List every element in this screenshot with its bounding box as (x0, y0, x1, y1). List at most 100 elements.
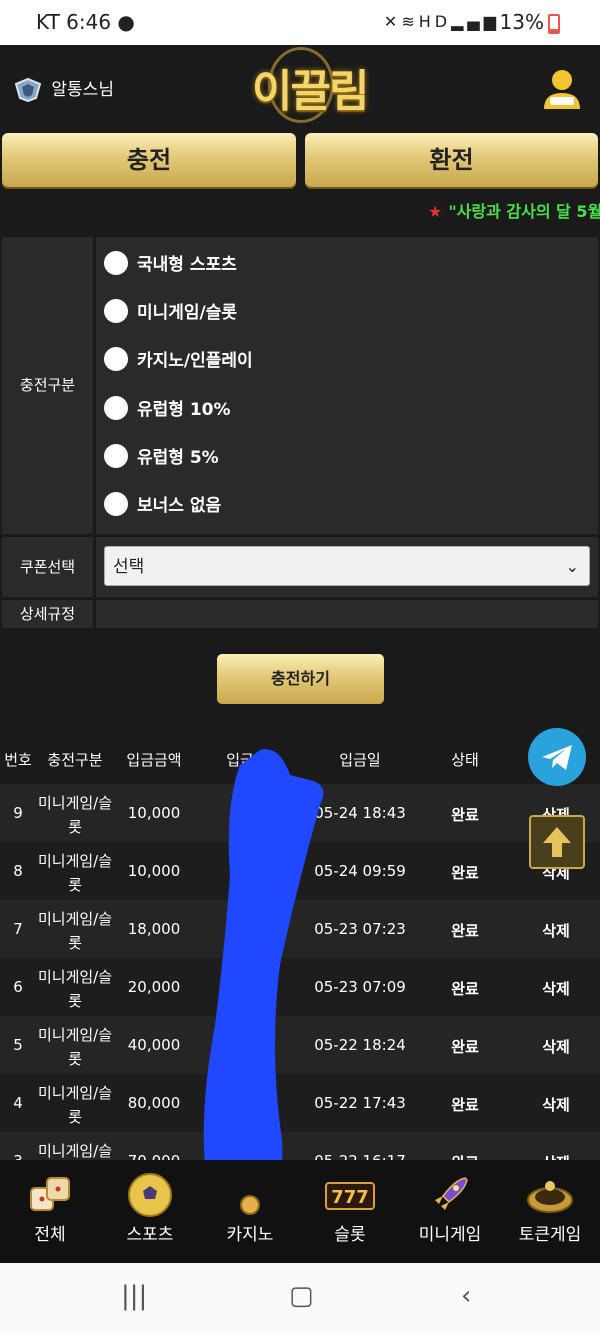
cell-amount: 10,000 (127, 804, 181, 822)
cell-amount: 20,000 (127, 978, 181, 996)
radio-option-domestic-sports[interactable]: 국내형 스포츠 (104, 250, 237, 275)
notice-text: "사랑과 감사의 달 5월 (448, 202, 600, 221)
cell-type: 미니게임/슬 (37, 1026, 113, 1044)
radio-circle[interactable] (104, 491, 128, 516)
radio-circle[interactable] (104, 395, 128, 420)
cell-no: 6 (13, 978, 23, 996)
nav-minigame[interactable]: 미니게임 (400, 1160, 500, 1263)
coupon-label: 쿠폰선택 (2, 537, 93, 597)
deposit-tab[interactable]: 충전 (2, 133, 296, 187)
radio-circle[interactable] (104, 443, 128, 468)
rank-badge-icon (14, 78, 42, 102)
col-amount: 입금금액 (126, 751, 182, 769)
user-info[interactable]: 알통스님 (14, 75, 114, 102)
back-icon[interactable]: ‹ (461, 1281, 471, 1311)
home-icon[interactable]: ▢ (289, 1281, 314, 1311)
delete-button[interactable]: 삭제 (520, 920, 592, 941)
cell-amount: 80,000 (127, 1094, 181, 1112)
delete-button[interactable]: 삭제 (520, 1094, 592, 1115)
telegram-icon (542, 745, 572, 770)
nav-sports[interactable]: 스포츠 (100, 1160, 200, 1263)
nav-all[interactable]: 전체 (0, 1160, 100, 1263)
cell-type: 미니게임/슬 (37, 794, 113, 812)
delete-button[interactable]: 삭제 (520, 978, 592, 999)
cell-status: 완료 (451, 1038, 479, 1056)
site-logo[interactable]: 이끌림 (252, 55, 369, 119)
radio-label: 국내형 스포츠 (137, 255, 237, 275)
scroll-to-top-button[interactable] (529, 815, 585, 869)
star-icon: ★ (428, 202, 443, 221)
nav-slot[interactable]: 777 슬롯 (300, 1160, 400, 1263)
roulette-icon (527, 1181, 573, 1213)
col-no: 번호 (4, 751, 32, 769)
withdraw-tab[interactable]: 환전 (305, 133, 598, 187)
radio-circle[interactable] (104, 298, 128, 323)
coupon-select[interactable]: 선택 ⌄ (104, 546, 590, 586)
rocket-icon (435, 1177, 468, 1210)
rules-content (96, 600, 598, 628)
chips-icon (240, 1195, 260, 1215)
cell-status: 완료 (451, 980, 479, 998)
radio-option-euro-5[interactable]: 유럽형 5% (104, 443, 219, 468)
cell-no: 9 (13, 804, 23, 822)
cell-type-cont: 롯 (68, 818, 82, 836)
coupon-select-value: 선택 (113, 557, 145, 577)
radio-option-minigame-slot[interactable]: 미니게임/슬롯 (104, 298, 237, 323)
nav-label: 미니게임 (418, 1225, 482, 1245)
cell-amount: 18,000 (127, 920, 181, 938)
radio-label: 유럽형 10% (137, 400, 231, 420)
cell-type-cont: 롯 (68, 1108, 82, 1126)
nav-token-game[interactable]: 토큰게임 (500, 1160, 600, 1263)
cell-type-cont: 롯 (68, 876, 82, 894)
cell-type: 미니게임/슬 (37, 910, 113, 928)
cell-no: 5 (13, 1036, 23, 1054)
battery-indicator: 13% (500, 10, 560, 34)
cell-type-cont: 롯 (68, 1050, 82, 1068)
radio-label: 보너스 없음 (137, 496, 222, 516)
carrier: KT (36, 10, 60, 34)
arrow-up-icon (543, 827, 571, 857)
cell-status: 완료 (451, 1096, 479, 1114)
col-status: 상태 (451, 751, 479, 769)
username: 알통스님 (51, 80, 114, 100)
status-left: KT 6:46 ● (36, 10, 135, 34)
cell-type: 미니게임/슬 (37, 1142, 113, 1160)
hd-icon: HD (418, 12, 452, 31)
cell-no: 8 (13, 862, 23, 880)
message-icon: ● (117, 10, 135, 34)
system-nav-bar: ||| ▢ ‹ (0, 1263, 600, 1333)
cell-no: 7 (13, 920, 23, 938)
account-icon[interactable] (540, 67, 584, 111)
clock: 6:46 (66, 10, 112, 34)
nav-label: 토큰게임 (518, 1225, 582, 1245)
dice-icon (30, 1177, 70, 1211)
recent-apps-icon[interactable]: ||| (121, 1281, 147, 1311)
chevron-down-icon: ⌄ (565, 557, 579, 576)
telegram-button[interactable] (528, 728, 586, 786)
radio-label: 미니게임/슬롯 (137, 303, 238, 323)
cell-status: 완료 (451, 864, 479, 882)
nav-casino[interactable]: 카지노 (200, 1160, 300, 1263)
nav-label: 카지노 (226, 1225, 274, 1245)
delete-button[interactable]: 삭제 (520, 1036, 592, 1057)
slot-777-icon: 777 (325, 1182, 375, 1210)
radio-circle[interactable] (104, 346, 128, 371)
battery-percent: 13% (499, 10, 544, 34)
cell-amount: 10,000 (127, 862, 181, 880)
radio-label: 유럽형 5% (137, 448, 219, 468)
signal-icon: ▂▄▆ (451, 12, 500, 31)
wifi-icon: ≋ (401, 12, 419, 31)
deposit-submit-button[interactable]: 충전하기 (217, 654, 384, 704)
radio-option-no-bonus[interactable]: 보너스 없음 (104, 491, 221, 516)
cell-amount: 40,000 (127, 1036, 181, 1054)
soccer-ball-icon (128, 1173, 172, 1217)
nav-label: 슬롯 (334, 1225, 366, 1245)
radio-option-casino-inplay[interactable]: 카지노/인플레이 (104, 346, 253, 371)
radio-option-euro-10[interactable]: 유럽형 10% (104, 395, 231, 420)
cell-status: 완료 (451, 806, 479, 824)
rules-label: 상세규정 (2, 600, 93, 628)
status-bar: KT 6:46 ● ✕≋HD▂▄▆ 13% (0, 0, 600, 45)
redaction-scribble (203, 749, 324, 1201)
nav-label: 전체 (34, 1225, 66, 1245)
radio-circle[interactable] (104, 250, 128, 275)
